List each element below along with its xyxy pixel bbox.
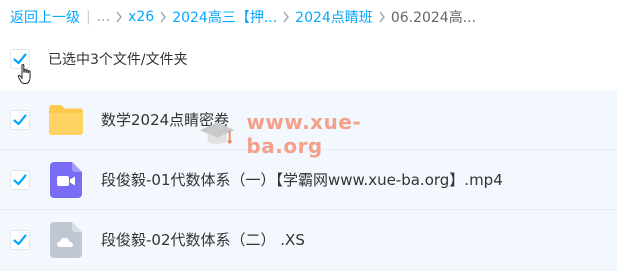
breadcrumb-divider: | — [86, 9, 91, 25]
video-file-icon — [48, 161, 84, 199]
breadcrumb-ellipsis[interactable]: ... — [97, 9, 110, 25]
folder-icon — [48, 101, 84, 139]
chevron-right-icon — [282, 11, 290, 23]
row-checkbox[interactable] — [10, 110, 30, 130]
row-checkbox[interactable] — [10, 170, 30, 190]
checkmark-icon — [13, 114, 27, 126]
breadcrumb-item-x26[interactable]: x26 — [128, 9, 154, 25]
file-list: 数学2024点睛密卷 段俊毅-01代数体系（一）【学霸网www.xue-ba.o… — [0, 90, 617, 270]
file-name[interactable]: 段俊毅-02代数体系（二） .XS — [101, 229, 305, 250]
breadcrumb-item-2024-class[interactable]: 2024点睛班 — [295, 7, 373, 27]
breadcrumb-current: 06.2024高... — [390, 10, 477, 26]
select-all-checkbox[interactable] — [10, 49, 30, 69]
file-row[interactable]: 段俊毅-02代数体系（二） .XS — [0, 210, 617, 270]
file-name[interactable]: 数学2024点睛密卷 — [101, 109, 229, 130]
selection-count-label: 已选中3个文件/文件夹 — [48, 52, 188, 68]
back-link[interactable]: 返回上一级 — [10, 7, 80, 27]
cloud-file-icon — [48, 221, 84, 259]
file-row[interactable]: 数学2024点睛密卷 — [0, 90, 617, 150]
checkmark-icon — [13, 53, 27, 65]
chevron-right-icon — [378, 11, 386, 23]
file-row[interactable]: 段俊毅-01代数体系（一）【学霸网www.xue-ba.org】.mp4 — [0, 150, 617, 210]
checkmark-icon — [13, 234, 27, 246]
chevron-right-icon — [159, 11, 167, 23]
breadcrumb-item-2024-senior[interactable]: 2024高三【押... — [172, 7, 277, 27]
file-name[interactable]: 段俊毅-01代数体系（一）【学霸网www.xue-ba.org】.mp4 — [101, 169, 503, 190]
chevron-right-icon — [115, 11, 123, 23]
row-checkbox[interactable] — [10, 230, 30, 250]
checkmark-icon — [13, 174, 27, 186]
selection-bar: 已选中3个文件/文件夹 — [0, 38, 617, 80]
breadcrumb: 返回上一级 | ... x26 2024高三【押... 2024点睛班 06.2… — [0, 0, 617, 34]
